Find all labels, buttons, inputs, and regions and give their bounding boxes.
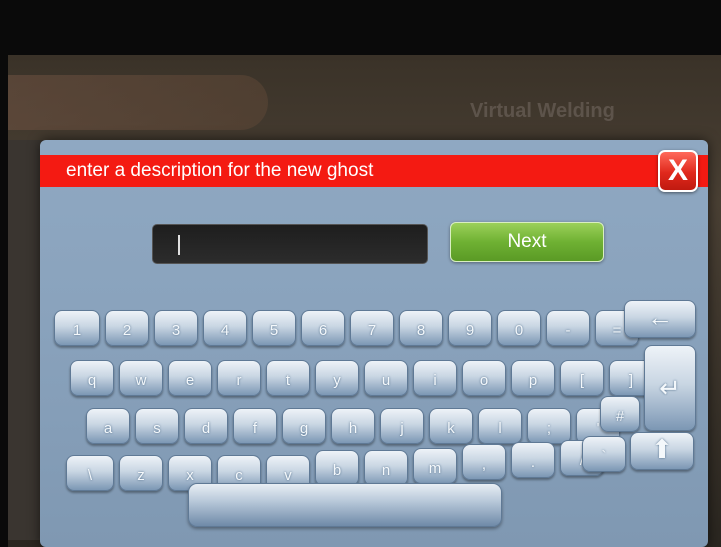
backspace-key[interactable]: ← — [624, 300, 696, 338]
key-o[interactable]: o — [462, 360, 506, 396]
enter-arrow-icon: ↵ — [659, 373, 681, 403]
key-backslash[interactable]: \ — [66, 455, 114, 491]
enter-key[interactable]: ↵ — [644, 345, 696, 431]
key-q[interactable]: q — [70, 360, 114, 396]
key-y[interactable]: y — [315, 360, 359, 396]
key-w[interactable]: w — [119, 360, 163, 396]
key-period[interactable]: . — [511, 442, 555, 478]
space-bar-key[interactable] — [188, 483, 502, 527]
key-m[interactable]: m — [413, 448, 457, 484]
key-comma[interactable]: , — [462, 444, 506, 480]
text-caret — [178, 235, 180, 255]
key-p[interactable]: p — [511, 360, 555, 396]
key-a[interactable]: a — [86, 408, 130, 444]
key-6[interactable]: 6 — [301, 310, 345, 346]
next-button[interactable]: Next — [450, 222, 604, 262]
close-icon: X — [667, 154, 688, 187]
key-2[interactable]: 2 — [105, 310, 149, 346]
background-logo — [8, 75, 268, 130]
key-t[interactable]: t — [266, 360, 310, 396]
key-d[interactable]: d — [184, 408, 228, 444]
key-7[interactable]: 7 — [350, 310, 394, 346]
key-i[interactable]: i — [413, 360, 457, 396]
key-l[interactable]: l — [478, 408, 522, 444]
key-left-bracket[interactable]: [ — [560, 360, 604, 396]
key-u[interactable]: u — [364, 360, 408, 396]
key-h[interactable]: h — [331, 408, 375, 444]
key-f[interactable]: f — [233, 408, 277, 444]
shift-key[interactable]: ⬆ — [630, 432, 694, 470]
key-9[interactable]: 9 — [448, 310, 492, 346]
key-n[interactable]: n — [364, 450, 408, 486]
key-s[interactable]: s — [135, 408, 179, 444]
key-1[interactable]: 1 — [54, 310, 100, 346]
background-title: Virtual Welding — [470, 100, 615, 122]
key-5[interactable]: 5 — [252, 310, 296, 346]
dialog-title: enter a description for the new ghost — [66, 160, 374, 181]
key-0[interactable]: 0 — [497, 310, 541, 346]
shift-arrow-icon: ⬆ — [651, 434, 673, 464]
description-input[interactable] — [152, 224, 428, 264]
key-j[interactable]: j — [380, 408, 424, 444]
ghost-description-dialog: enter a description for the new ghost X … — [40, 140, 708, 547]
key-g[interactable]: g — [282, 408, 326, 444]
key-r[interactable]: r — [217, 360, 261, 396]
key-backtick[interactable]: ` — [582, 436, 626, 472]
key-3[interactable]: 3 — [154, 310, 198, 346]
key-semicolon[interactable]: ; — [527, 408, 571, 444]
backspace-arrow-icon: ← — [647, 302, 673, 332]
key-8[interactable]: 8 — [399, 310, 443, 346]
key-4[interactable]: 4 — [203, 310, 247, 346]
key-e[interactable]: e — [168, 360, 212, 396]
key-hash[interactable]: # — [600, 396, 640, 432]
key-minus[interactable]: - — [546, 310, 590, 346]
dialog-title-bar: enter a description for the new ghost — [40, 155, 708, 187]
key-z[interactable]: z — [119, 455, 163, 491]
key-b[interactable]: b — [315, 450, 359, 486]
key-k[interactable]: k — [429, 408, 473, 444]
close-button[interactable]: X — [658, 150, 698, 192]
